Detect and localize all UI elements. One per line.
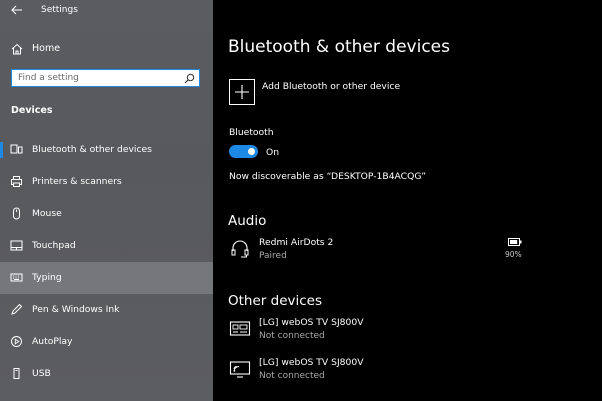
sidebar-item-pen[interactable]: Pen & Windows Ink: [0, 294, 213, 326]
plus-icon: [235, 85, 249, 99]
search-input[interactable]: [18, 71, 178, 85]
search-box[interactable]: [11, 69, 200, 87]
other-devices-title: Other devices: [228, 293, 322, 309]
sidebar-item-usb[interactable]: USB: [0, 358, 213, 390]
other-device-item[interactable]: [LG] webOS TV SJ800V Not connected: [229, 316, 599, 348]
wireless-display-icon: [229, 361, 251, 378]
sidebar-item-label: Touchpad: [32, 240, 76, 251]
sidebar-item-label: AutoPlay: [32, 336, 73, 347]
toggle-knob: [248, 148, 255, 155]
other-device-item[interactable]: [LG] webOS TV SJ800V Not connected: [229, 356, 599, 388]
sidebar-item-printers[interactable]: Printers & scanners: [0, 166, 213, 198]
device-status: Not connected: [259, 371, 325, 381]
sidebar-item-label: USB: [32, 368, 51, 379]
mouse-icon: [13, 207, 20, 220]
bluetooth-toggle[interactable]: [229, 145, 258, 158]
usb-icon: [13, 368, 20, 379]
device-name: [LG] webOS TV SJ800V: [259, 357, 364, 368]
toggle-state-text: On: [266, 147, 280, 158]
add-device-label[interactable]: Add Bluetooth or other device: [262, 81, 400, 92]
back-arrow-icon[interactable]: [10, 3, 24, 17]
autoplay-icon: [11, 336, 22, 347]
device-name: [LG] webOS TV SJ800V: [259, 317, 364, 328]
device-name: Redmi AirDots 2: [259, 237, 334, 248]
home-icon: [11, 43, 23, 55]
sidebar-item-label: Typing: [32, 272, 62, 283]
battery-icon: [508, 238, 522, 246]
sidebar-item-typing[interactable]: Typing: [0, 262, 213, 294]
page-title: Bluetooth & other devices: [228, 37, 450, 57]
bluetooth-label: Bluetooth: [229, 127, 274, 138]
sidebar-item-touchpad[interactable]: Touchpad: [0, 230, 213, 262]
touchpad-icon: [10, 240, 23, 251]
sidebar: Settings Home Devices Bluetooth & other …: [0, 0, 213, 401]
home-label: Home: [32, 43, 61, 54]
discoverable-text: Now discoverable as “DESKTOP-1B4ACQG”: [229, 171, 426, 182]
sidebar-item-label: Bluetooth & other devices: [32, 144, 152, 155]
home-nav-item[interactable]: Home: [0, 38, 213, 60]
audio-device-item[interactable]: Redmi AirDots 2 Paired 90%: [229, 236, 599, 268]
sidebar-item-label: Mouse: [32, 208, 62, 219]
sidebar-item-mouse[interactable]: Mouse: [0, 198, 213, 230]
section-title-devices: Devices: [11, 105, 53, 116]
sidebar-item-label: Pen & Windows Ink: [32, 304, 120, 315]
headset-icon: [231, 240, 249, 258]
audio-section-title: Audio: [228, 213, 267, 229]
main-content: Bluetooth & other devices Add Bluetooth …: [213, 0, 602, 401]
device-status: Paired: [259, 251, 287, 261]
media-device-icon: [229, 321, 251, 336]
app-title: Settings: [41, 5, 78, 15]
keyboard-icon: [10, 273, 23, 282]
device-status: Not connected: [259, 331, 325, 341]
printer-icon: [11, 176, 22, 187]
sidebar-item-label: Printers & scanners: [32, 176, 122, 187]
bluetooth-devices-icon: [10, 144, 23, 154]
sidebar-item-bluetooth[interactable]: Bluetooth & other devices: [0, 134, 213, 166]
title-bar: Settings: [0, 0, 213, 24]
battery-percent: 90%: [505, 250, 522, 259]
sidebar-item-autoplay[interactable]: AutoPlay: [0, 326, 213, 358]
pen-icon: [11, 303, 23, 315]
search-icon[interactable]: [184, 73, 195, 84]
add-device-button[interactable]: [229, 79, 255, 105]
